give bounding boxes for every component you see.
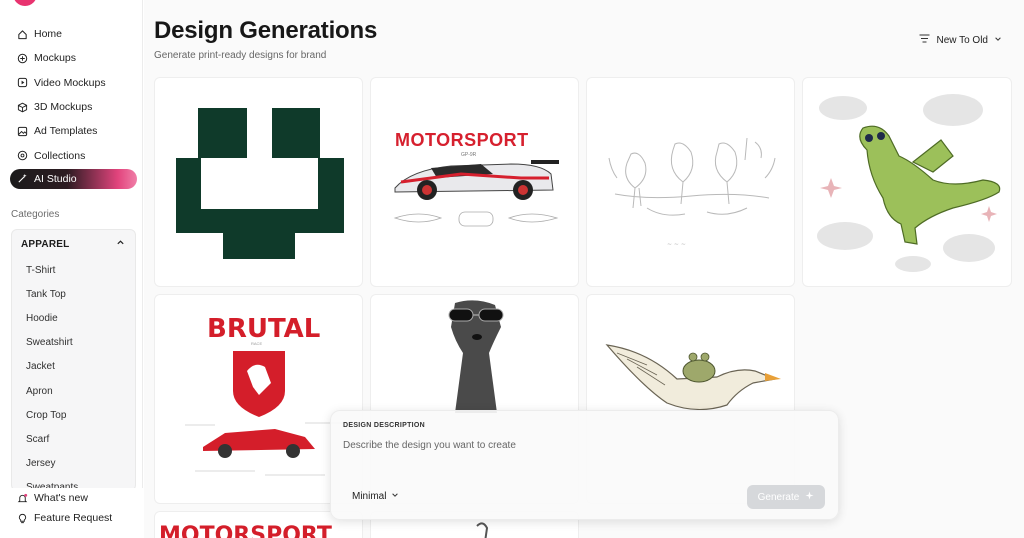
category-item[interactable]: Scarf [12,427,135,451]
design-card-motorsport[interactable]: MOTORSPORT GP-9R [370,77,579,287]
sort-label: New To Old [936,34,988,46]
sidebar: Home Mockups Video Mockups 3D Mockups Ad… [0,0,143,538]
svg-text:~ ~ ~: ~ ~ ~ [667,241,686,248]
category-item[interactable]: Sweatshirt [12,331,135,355]
category-panel: APPAREL T-Shirt Tank Top Hoodie Sweatshi… [11,229,136,491]
motorsport-subtitle: GP-9R [461,152,477,158]
nav-item-collections[interactable]: Collections [0,143,143,167]
generate-button[interactable]: Generate [747,485,825,509]
design-card-smiley[interactable] [154,77,363,287]
prompt-label: DESIGN DESCRIPTION [343,422,426,429]
categories-heading: Categories [11,209,60,220]
sort-lines-icon [919,34,930,46]
whats-new-link[interactable]: What's new [0,488,143,508]
chevron-down-icon [391,491,399,502]
cube-icon [17,102,28,113]
home-icon [17,29,28,40]
feature-request-link[interactable]: Feature Request [0,508,143,528]
nav-label: Ad Templates [34,125,98,138]
category-item[interactable]: Crop Top [12,403,135,427]
nav-item-video-mockups[interactable]: Video Mockups [0,71,143,95]
brutal-subtitle: RACE [251,341,262,346]
nav-item-ai-studio[interactable]: AI Studio [10,168,137,189]
category-group-apparel[interactable]: APPAREL [12,230,135,258]
brand-logo[interactable] [13,0,37,6]
category-item[interactable]: Hoodie [12,306,135,330]
dragon-image [817,94,1001,272]
pixel-smiley-image [176,108,344,259]
category-item[interactable]: Apron [12,379,135,403]
generate-label: Generate [757,491,800,503]
nav-label: Home [34,28,63,41]
style-label: Minimal [352,491,387,502]
nav-label: 3D Mockups [34,101,93,114]
design-card-dragon[interactable] [802,77,1012,287]
main-nav: Home Mockups Video Mockups 3D Mockups Ad… [0,22,143,189]
style-dropdown[interactable]: Minimal [352,491,399,502]
magic-wand-icon [17,173,28,184]
sparkle-icon [805,491,814,503]
collections-icon [17,150,28,161]
nav-item-mockups[interactable]: Mockups [0,46,143,70]
design-description-input[interactable] [343,440,823,451]
video-icon [17,77,28,88]
nav-label: Collections [34,149,86,162]
nav-label: Video Mockups [34,76,106,89]
mockups-icon [17,53,28,64]
birds-sketch-image: ~ ~ ~ [608,137,776,248]
footer-label: What's new [34,492,88,504]
motorsport-title: MOTORSPORT [395,130,529,150]
category-item[interactable]: Jacket [12,355,135,379]
category-item[interactable]: Tank Top [12,282,135,306]
nav-item-home[interactable]: Home [0,22,143,46]
category-item[interactable]: T-Shirt [12,258,135,282]
nav-item-ad-templates[interactable]: Ad Templates [0,119,143,143]
nav-label: Mockups [34,52,77,65]
bell-icon [17,493,28,504]
design-prompt-panel: DESIGN DESCRIPTION Minimal Generate [330,410,839,520]
page-subtitle: Generate print-ready designs for brand [154,50,327,61]
motorsport-car-image: MOTORSPORT GP-9R [393,130,559,227]
nav-item-3d-mockups[interactable]: 3D Mockups [0,95,143,119]
category-group-label: APPAREL [21,238,70,250]
category-item[interactable]: Jersey [12,452,135,476]
page-title: Design Generations [154,17,378,44]
nav-label: AI Studio [34,172,77,185]
lightbulb-icon [17,513,28,524]
brutal-title: BRUTAL [207,314,320,344]
sidebar-footer: What's new Feature Request [0,488,143,538]
image-icon [17,126,28,137]
design-card-birds[interactable]: ~ ~ ~ [586,77,795,287]
chevron-down-icon [994,35,1002,46]
sort-dropdown[interactable]: New To Old [919,34,1002,46]
footer-label: Feature Request [34,512,113,524]
chevron-up-icon [116,238,125,250]
partial-motorsport-text: MOTORSPORT [159,523,332,538]
